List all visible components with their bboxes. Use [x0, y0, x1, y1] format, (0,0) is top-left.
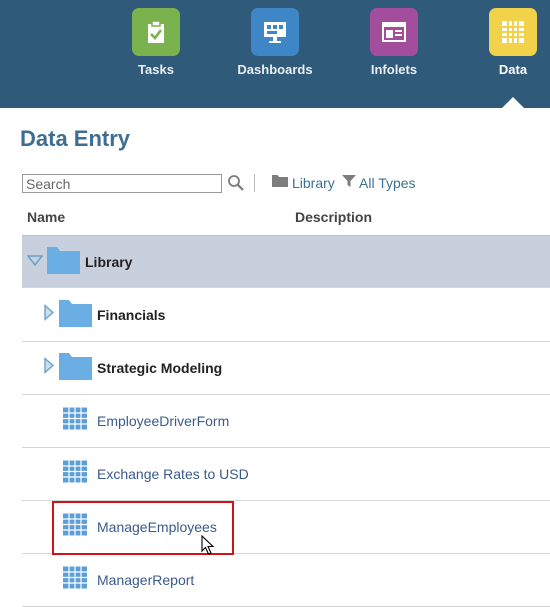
folder-icon [59, 298, 92, 332]
type-filter-button[interactable]: All Types [342, 174, 416, 192]
tree-row-financials[interactable]: Financials [22, 289, 550, 342]
form-grid-icon [63, 513, 87, 541]
tree-row-strategic-modeling[interactable]: Strategic Modeling [22, 342, 550, 395]
nav-dashboards-label: Dashboards [237, 62, 313, 77]
active-tab-pointer [502, 97, 524, 108]
page-title: Data Entry [20, 126, 131, 151]
form-grid-icon [63, 566, 87, 594]
tree-row-label[interactable]: EmployeeDriverForm [97, 413, 229, 429]
tree-row-label: Library [85, 253, 133, 270]
mouse-pointer-icon [201, 534, 215, 560]
library-filter-label: Library [292, 175, 335, 191]
tree-row-employee-driver-form[interactable]: EmployeeDriverForm [22, 395, 550, 448]
nav-tasks[interactable]: Tasks [106, 8, 206, 77]
data-grid-icon [489, 8, 537, 56]
monitor-icon [251, 8, 299, 56]
column-header-name[interactable]: Name [27, 209, 65, 225]
infolet-card-icon [370, 8, 418, 56]
collapsed-triangle-icon[interactable] [44, 303, 55, 326]
form-grid-icon [63, 460, 87, 488]
folder-icon [59, 351, 92, 385]
search-input[interactable] [22, 174, 222, 193]
funnel-icon [342, 174, 356, 193]
tree-row-manager-report[interactable]: ManagerReport [22, 554, 550, 607]
tree-row-label[interactable]: Exchange Rates to USD [97, 466, 249, 482]
type-filter-label: All Types [359, 175, 416, 191]
tree-row-exchange-rates[interactable]: Exchange Rates to USD [22, 448, 550, 501]
tree-row-label[interactable]: ManagerReport [97, 572, 194, 588]
nav-tasks-label: Tasks [138, 62, 174, 77]
toolbar-divider [254, 174, 255, 192]
nav-infolets-label: Infolets [370, 62, 418, 77]
column-header-description[interactable]: Description [295, 209, 372, 225]
collapsed-triangle-icon[interactable] [44, 356, 55, 379]
clipboard-check-icon [132, 8, 180, 56]
folder-icon [47, 245, 80, 279]
search-icon[interactable] [227, 174, 245, 192]
tree-row-manage-employees[interactable]: ManageEmployees [22, 501, 550, 554]
nav-data[interactable]: Data [463, 8, 550, 77]
tree-row-label[interactable]: ManageEmployees [97, 519, 217, 535]
nav-infolets[interactable]: Infolets [344, 8, 444, 77]
form-grid-icon [63, 407, 87, 435]
nav-data-label: Data [498, 62, 528, 77]
expanded-triangle-icon[interactable] [26, 253, 44, 271]
top-navigation-bar: Tasks Dashboards Infolets Data [0, 0, 550, 108]
nav-dashboards[interactable]: Dashboards [225, 8, 325, 77]
tree-row-library[interactable]: Library [22, 235, 550, 288]
library-filter-button[interactable]: Library [272, 174, 335, 192]
tree-row-label: Strategic Modeling [97, 360, 223, 376]
tree-row-label: Financials [97, 307, 166, 323]
folder-icon [272, 174, 288, 192]
